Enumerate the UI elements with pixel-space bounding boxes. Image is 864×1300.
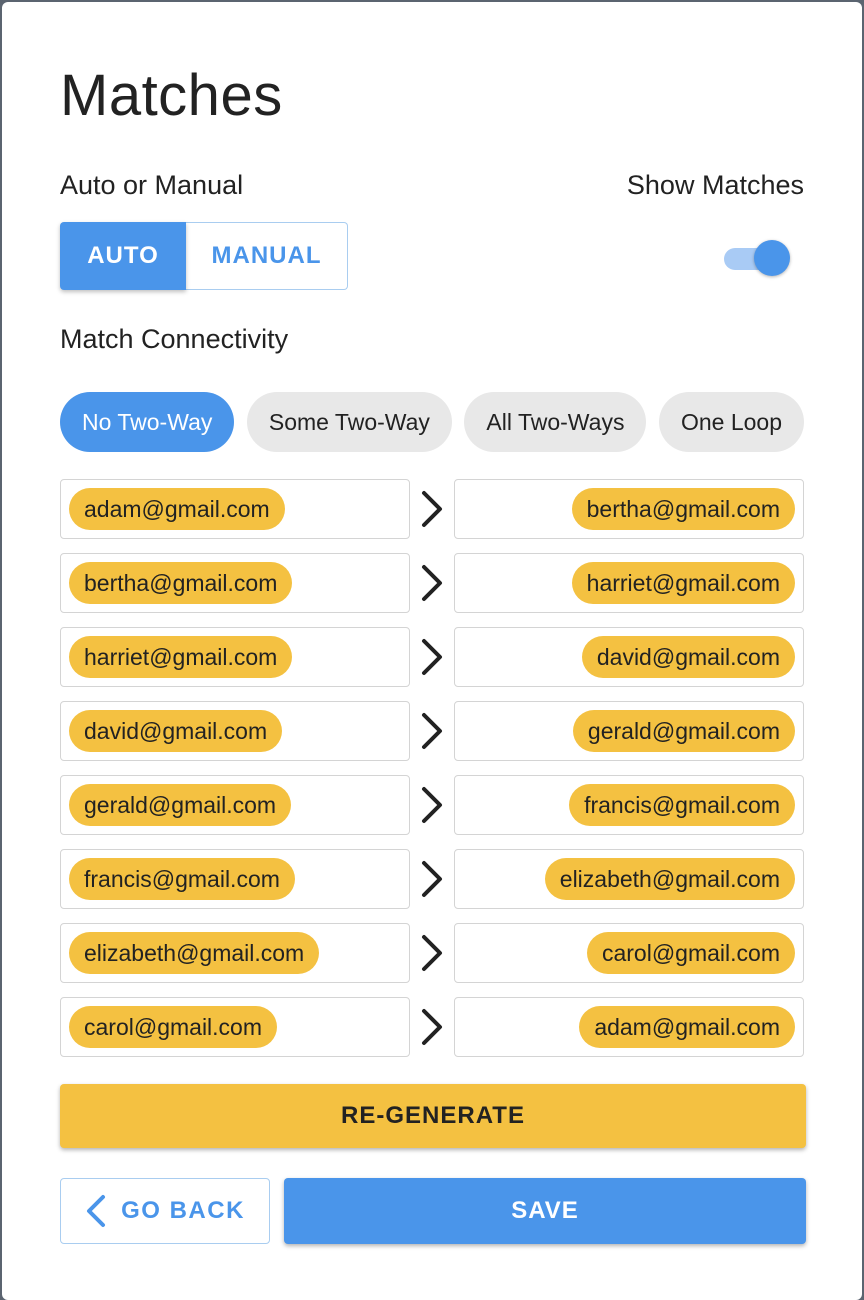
match-from-field[interactable]: gerald@gmail.com: [60, 775, 410, 835]
match-from-field[interactable]: adam@gmail.com: [60, 479, 410, 539]
regenerate-button[interactable]: RE-GENERATE: [60, 1084, 806, 1148]
match-to-field[interactable]: adam@gmail.com: [454, 997, 804, 1057]
match-from-field[interactable]: bertha@gmail.com: [60, 553, 410, 613]
match-to-field[interactable]: harriet@gmail.com: [454, 553, 804, 613]
email-chip: adam@gmail.com: [579, 1006, 795, 1048]
match-row: francis@gmail.com elizabeth@gmail.com: [60, 849, 806, 909]
email-chip: bertha@gmail.com: [571, 488, 795, 530]
match-from-field[interactable]: harriet@gmail.com: [60, 627, 410, 687]
chevron-left-icon: [85, 1194, 107, 1228]
email-chip: david@gmail.com: [581, 636, 795, 678]
go-back-button[interactable]: GO BACK: [60, 1178, 270, 1244]
email-chip: elizabeth@gmail.com: [544, 858, 795, 900]
match-to-field[interactable]: bertha@gmail.com: [454, 479, 804, 539]
email-chip: francis@gmail.com: [569, 784, 795, 826]
match-row: carol@gmail.com adam@gmail.com: [60, 997, 806, 1057]
match-to-field[interactable]: david@gmail.com: [454, 627, 804, 687]
chip-all-two-ways[interactable]: All Two-Ways: [464, 392, 647, 452]
chevron-right-icon: [415, 486, 449, 532]
email-chip: bertha@gmail.com: [69, 562, 293, 604]
connectivity-chips: No Two-Way Some Two-Way All Two-Ways One…: [60, 392, 804, 452]
page-title: Matches: [60, 63, 283, 128]
show-matches-label: Show Matches: [626, 170, 804, 200]
match-row: harriet@gmail.com david@gmail.com: [60, 627, 806, 687]
match-row: david@gmail.com gerald@gmail.com: [60, 701, 806, 761]
match-list: adam@gmail.com bertha@gmail.com bertha@g…: [60, 479, 806, 1071]
go-back-label: GO BACK: [121, 1197, 245, 1224]
chevron-right-icon: [415, 856, 449, 902]
chevron-right-icon: [415, 708, 449, 754]
match-row: adam@gmail.com bertha@gmail.com: [60, 479, 806, 539]
mode-toggle-group: AUTO MANUAL: [60, 222, 348, 290]
auto-button[interactable]: AUTO: [60, 222, 186, 290]
email-chip: gerald@gmail.com: [572, 710, 795, 752]
manual-button[interactable]: MANUAL: [186, 222, 348, 290]
chevron-right-icon: [415, 634, 449, 680]
switch-knob: [754, 240, 790, 276]
match-row: bertha@gmail.com harriet@gmail.com: [60, 553, 806, 613]
connectivity-label: Match Connectivity: [60, 324, 289, 354]
match-to-field[interactable]: francis@gmail.com: [454, 775, 804, 835]
chip-no-two-way[interactable]: No Two-Way: [60, 392, 235, 452]
chip-one-loop[interactable]: One Loop: [658, 392, 804, 452]
email-chip: carol@gmail.com: [586, 932, 795, 974]
email-chip: gerald@gmail.com: [69, 784, 292, 826]
match-to-field[interactable]: gerald@gmail.com: [454, 701, 804, 761]
email-chip: harriet@gmail.com: [571, 562, 795, 604]
match-to-field[interactable]: elizabeth@gmail.com: [454, 849, 804, 909]
match-from-field[interactable]: carol@gmail.com: [60, 997, 410, 1057]
match-row: gerald@gmail.com francis@gmail.com: [60, 775, 806, 835]
chevron-right-icon: [415, 560, 449, 606]
chip-some-two-way[interactable]: Some Two-Way: [246, 392, 452, 452]
chevron-right-icon: [415, 930, 449, 976]
email-chip: elizabeth@gmail.com: [69, 932, 320, 974]
show-matches-switch[interactable]: [720, 238, 792, 278]
match-to-field[interactable]: carol@gmail.com: [454, 923, 804, 983]
match-row: elizabeth@gmail.com carol@gmail.com: [60, 923, 806, 983]
match-from-field[interactable]: francis@gmail.com: [60, 849, 410, 909]
matches-card: Matches Auto or Manual Show Matches AUTO…: [2, 2, 862, 1300]
email-chip: harriet@gmail.com: [69, 636, 293, 678]
chevron-right-icon: [415, 1004, 449, 1050]
email-chip: francis@gmail.com: [69, 858, 295, 900]
mode-label: Auto or Manual: [60, 170, 244, 200]
match-from-field[interactable]: elizabeth@gmail.com: [60, 923, 410, 983]
match-from-field[interactable]: david@gmail.com: [60, 701, 410, 761]
save-button[interactable]: SAVE: [284, 1178, 806, 1244]
chevron-right-icon: [415, 782, 449, 828]
email-chip: adam@gmail.com: [69, 488, 285, 530]
email-chip: david@gmail.com: [69, 710, 283, 752]
email-chip: carol@gmail.com: [69, 1006, 278, 1048]
